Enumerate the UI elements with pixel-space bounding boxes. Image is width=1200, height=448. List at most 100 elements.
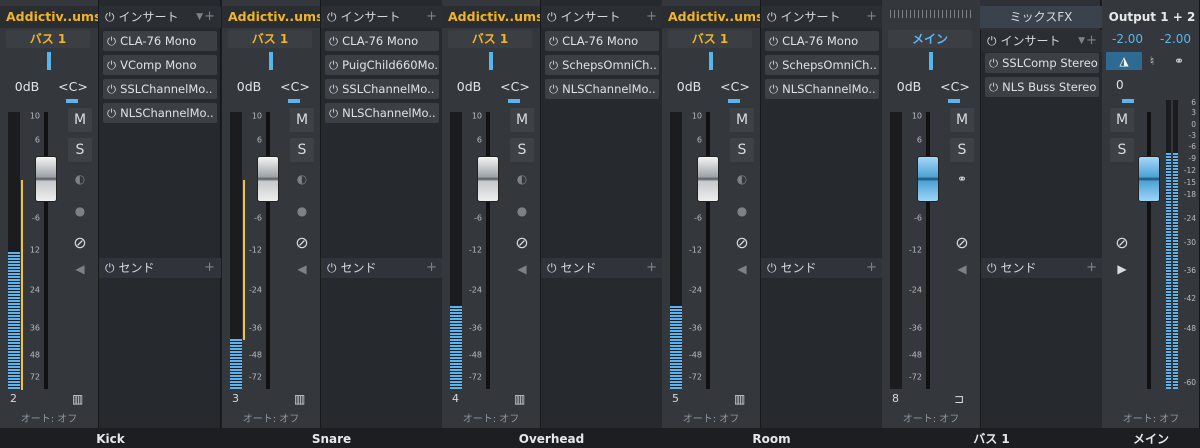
add-insert-icon[interactable]: + [426,6,437,28]
mute-button[interactable]: M [68,108,92,132]
power-icon[interactable]: ⏻ [327,10,337,24]
collapse-arrow-icon[interactable]: ◀ [290,258,314,280]
pan-readout[interactable]: <C> [53,77,93,97]
plugin-slot[interactable]: ⏻ CLA-76 Mono [545,31,659,51]
pan-knob-icon[interactable]: ⊘ [510,232,534,254]
dropdown-arrow-icon[interactable]: ▼ [1078,30,1085,52]
send-header[interactable]: ⏻ センド + [541,258,663,278]
plugin-slot[interactable]: ⏻ PuigChild660Mo.. [325,55,439,75]
record-icon[interactable]: ● [730,200,754,222]
link-toggle-icon[interactable]: ⚭ [1164,52,1194,70]
channel-name[interactable]: バス 1 [882,430,1101,448]
plugin-slot[interactable]: ⏻ SchepsOmniCh.. [545,55,659,75]
mute-button[interactable]: M [950,108,974,132]
collapse-arrow-icon[interactable]: ◀ [68,258,92,280]
automation-mode[interactable]: オート: オフ [662,410,760,426]
add-send-icon[interactable]: + [204,258,215,278]
metronome-icon[interactable]: ◮ [1106,52,1142,70]
power-icon[interactable]: ⏻ [105,261,115,275]
plugin-slot[interactable]: ⏻ NLSChannelMo.. [325,103,439,123]
volume-fader[interactable] [917,156,939,202]
power-icon[interactable]: ⏻ [989,80,998,94]
pan-knob-icon[interactable]: ⊘ [730,232,754,254]
instrument-icon[interactable]: ▥ [72,392,92,406]
power-icon[interactable]: ⏻ [769,82,778,96]
volume-readout[interactable]: 0dB [8,77,46,97]
bus-output-icon[interactable]: ⊐ [954,392,974,406]
plugin-slot[interactable]: ⏻ NLSChannelMo.. [765,79,879,99]
plugin-slot[interactable]: ⏻ NLSChannelMo.. [545,79,659,99]
volume-fader[interactable] [1138,156,1160,202]
channel-name[interactable]: Overhead [442,430,661,448]
volume-readout[interactable]: 0 [1116,78,1146,96]
power-icon[interactable]: ⏻ [767,10,777,24]
volume-fader[interactable] [257,156,279,202]
record-icon[interactable]: ● [68,200,92,222]
power-icon[interactable]: ⏻ [549,58,558,72]
pan-readout[interactable]: <C> [715,77,755,97]
automation-mode[interactable]: オート: オフ [1102,410,1200,426]
plugin-slot[interactable]: ⏻ CLA-76 Mono [765,31,879,51]
power-icon[interactable]: ⏻ [329,58,338,72]
power-icon[interactable]: ⏻ [549,34,558,48]
mute-button[interactable]: M [730,108,754,132]
output-bus[interactable]: バス 1 [6,30,90,48]
solo-button[interactable]: S [68,138,92,162]
power-icon[interactable]: ⏻ [327,261,337,275]
monitor-icon[interactable]: ◐ [730,168,754,190]
input-source[interactable]: Addictiv..ums2 [222,6,332,28]
monitor-icon[interactable]: ◐ [68,168,92,190]
power-icon[interactable]: ⏻ [329,106,338,120]
volume-readout[interactable]: 0dB [230,77,268,97]
insert-header[interactable]: ⏻ インサート + [321,6,443,28]
output-bus[interactable]: メイン [888,30,972,48]
mix-fx-selector[interactable]: ミックスFX [980,6,1102,28]
plugin-slot[interactable]: ⏻ NLSChannelMo.. [103,103,217,123]
volume-fader[interactable] [477,156,499,202]
power-icon[interactable]: ⏻ [107,106,116,120]
add-insert-icon[interactable]: + [204,6,215,28]
channel-name[interactable]: Snare [222,430,441,448]
instrument-icon[interactable]: ▥ [514,392,534,406]
send-header[interactable]: ⏻ センド + [981,258,1103,278]
add-send-icon[interactable]: + [646,258,657,278]
power-icon[interactable]: ⏻ [989,56,998,70]
mute-button[interactable]: M [290,108,314,132]
plugin-slot[interactable]: ⏻ NLS Buss Stereo [985,77,1099,97]
add-send-icon[interactable]: + [866,258,877,278]
pan-readout[interactable]: <C> [275,77,315,97]
automation-mode[interactable]: オート: オフ [0,410,98,426]
mute-button[interactable]: M [510,108,534,132]
power-icon[interactable]: ⏻ [987,34,997,48]
input-source[interactable]: Addictiv..ums2 [0,6,110,28]
output-bus[interactable]: バス 1 [228,30,312,48]
pan-knob-icon[interactable]: ⊘ [290,232,314,254]
monitor-icon[interactable]: ◐ [510,168,534,190]
volume-readout[interactable]: 0dB [890,77,928,97]
send-header[interactable]: ⏻ センド + [321,258,443,278]
power-icon[interactable]: ⏻ [547,261,557,275]
power-icon[interactable]: ⏻ [329,34,338,48]
power-icon[interactable]: ⏻ [107,34,116,48]
pan-knob-icon[interactable]: ⊘ [950,232,974,254]
mute-button[interactable]: M [1110,108,1134,132]
add-insert-icon[interactable]: + [866,6,877,28]
power-icon[interactable]: ⏻ [107,82,116,96]
power-icon[interactable]: ⏻ [767,261,777,275]
expand-arrow-icon[interactable]: ▶ [1110,258,1134,280]
output-bus[interactable]: バス 1 [668,30,752,48]
output-selector[interactable]: Output 1 + 2 [1106,6,1198,28]
solo-button[interactable]: S [1110,138,1134,162]
send-header[interactable]: ⏻ センド + [99,258,221,278]
power-icon[interactable]: ⏻ [987,261,997,275]
add-insert-icon[interactable]: + [646,6,657,28]
plugin-slot[interactable]: ⏻ CLA-76 Mono [103,31,217,51]
power-icon[interactable]: ⏻ [547,10,557,24]
pan-readout[interactable]: <C> [495,77,535,97]
power-icon[interactable]: ⏻ [769,58,778,72]
add-insert-icon[interactable]: + [1086,30,1097,52]
automation-mode[interactable]: オート: オフ [222,410,320,426]
tune-icon[interactable]: ♮ [1146,52,1158,70]
pan-knob-icon[interactable]: ⊘ [1110,232,1134,254]
solo-button[interactable]: S [290,138,314,162]
